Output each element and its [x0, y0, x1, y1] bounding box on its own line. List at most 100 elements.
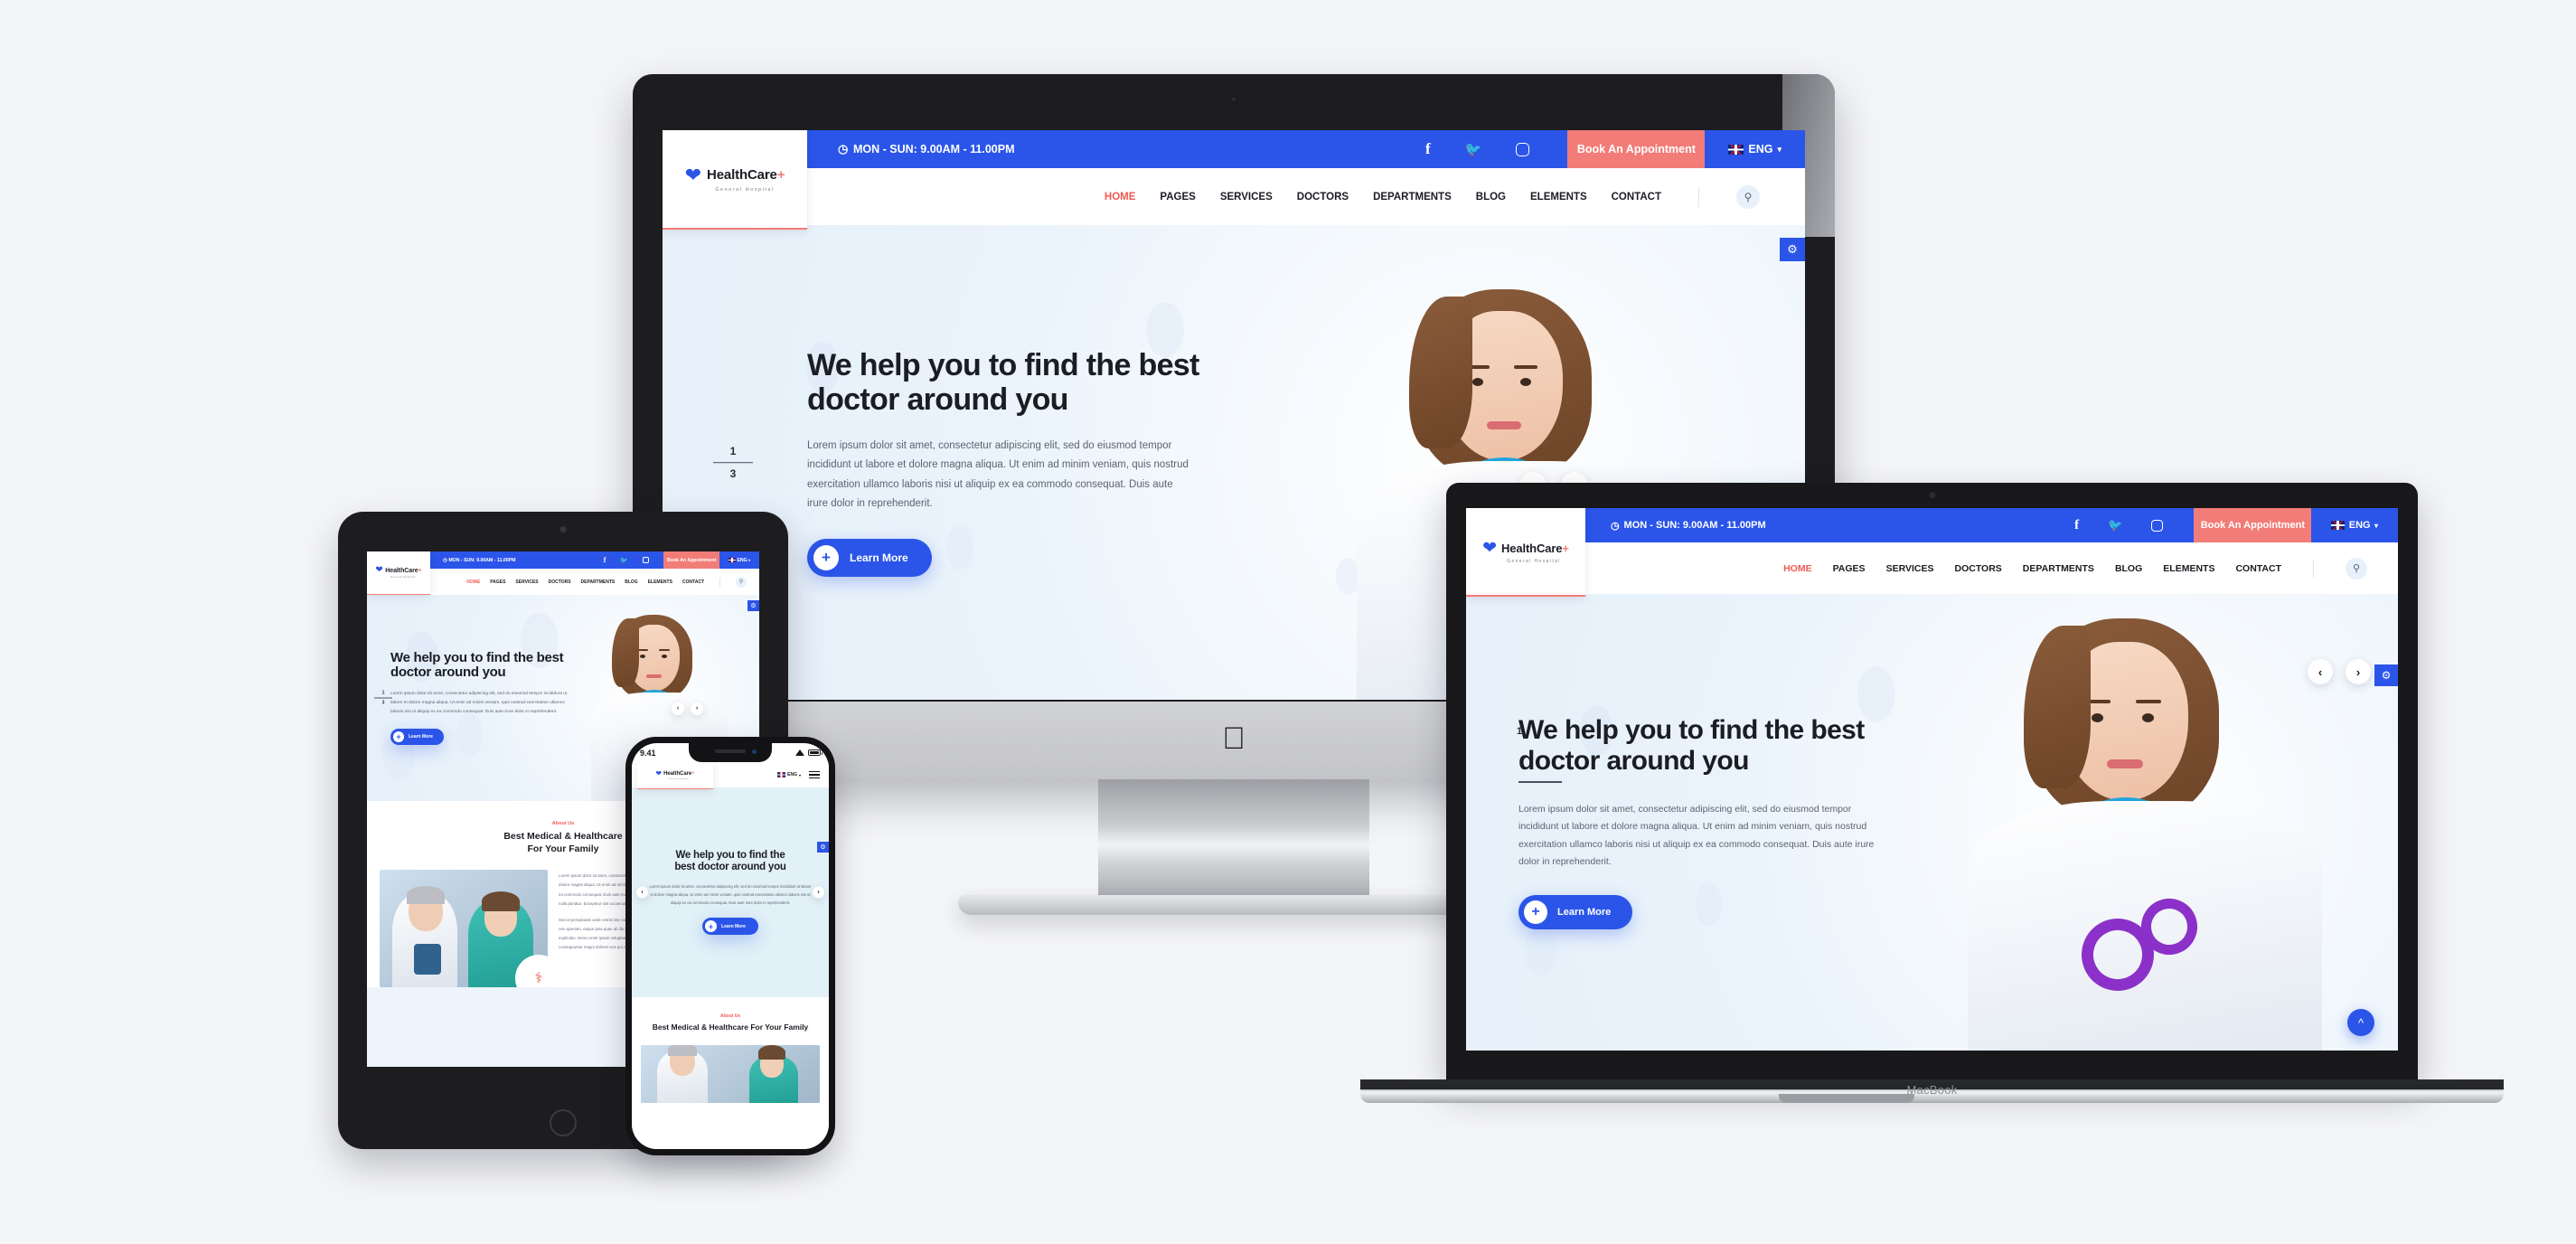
device-macbook: ◷ MON - SUN: 9.00AM - 11.00PM f 🐦 Book A…	[1360, 483, 2504, 1134]
search-icon[interactable]: ⚲	[1736, 184, 1760, 209]
nav-item-departments[interactable]: DEPARTMENTS	[581, 580, 616, 585]
plus-icon: +	[813, 545, 839, 571]
ipad-home-button[interactable]	[550, 1109, 577, 1136]
macbook-lid: ◷ MON - SUN: 9.00AM - 11.00PM f 🐦 Book A…	[1446, 483, 2418, 1079]
settings-gear-icon[interactable]: ⚙	[2374, 664, 2398, 686]
book-appointment-button[interactable]: Book An Appointment	[2194, 508, 2312, 542]
language-selector[interactable]: ENG ▾	[2311, 508, 2398, 542]
nav-item-contact[interactable]: CONTACT	[2235, 563, 2281, 574]
settings-gear-icon[interactable]: ⚙	[1780, 238, 1805, 261]
nav-item-pages[interactable]: PAGES	[1160, 192, 1195, 203]
carousel-next-button[interactable]: ›	[691, 702, 703, 715]
nav-item-contact[interactable]: CONTACT	[1612, 192, 1661, 203]
learn-more-button[interactable]: + Learn More	[702, 918, 758, 936]
site-logo[interactable]: ❤ HealthCare+ General Hospital	[663, 130, 807, 230]
hero-paragraph: Lorem ipsum dolor sit amet, consectetur …	[390, 692, 568, 715]
nav-item-pages[interactable]: PAGES	[490, 580, 505, 585]
nav-item-blog[interactable]: BLOG	[625, 580, 637, 585]
facebook-icon[interactable]: f	[2074, 518, 2079, 533]
book-appointment-button[interactable]: Book An Appointment	[1567, 130, 1706, 168]
macbook-label: MacBook	[1906, 1083, 1958, 1097]
chevron-down-icon: ▾	[1777, 144, 1782, 154]
mobile-navigation: ❤ HealthCare+ General Hospital ENG ▾	[632, 762, 829, 789]
instagram-icon[interactable]	[1516, 142, 1530, 156]
nav-item-doctors[interactable]: DOCTORS	[1954, 563, 2001, 574]
site-logo[interactable]: ❤ HealthCare+ General Hospital	[367, 551, 430, 595]
apple-logo-icon: 	[1222, 723, 1246, 754]
learn-more-button[interactable]: + Learn More	[390, 729, 444, 746]
chevron-down-icon: ▾	[2374, 521, 2378, 530]
nav-item-elements[interactable]: ELEMENTS	[2163, 563, 2214, 574]
settings-gear-icon[interactable]: ⚙	[817, 842, 829, 853]
heart-pulse-icon: ❤	[1482, 538, 1498, 558]
carousel-prev-button[interactable]: ‹	[2308, 659, 2333, 684]
settings-gear-icon[interactable]: ⚙	[747, 600, 759, 611]
nav-item-pages[interactable]: PAGES	[1833, 563, 1866, 574]
chevron-down-icon: ▾	[747, 558, 750, 562]
hamburger-menu-icon[interactable]	[809, 770, 820, 779]
search-icon[interactable]: ⚲	[736, 576, 747, 588]
macbook-latch-notch	[1778, 1094, 1914, 1103]
carousel-next-button[interactable]: ›	[2346, 659, 2371, 684]
slide-divider	[1518, 781, 1562, 784]
twitter-icon[interactable]: 🐦	[2108, 518, 2122, 532]
nav-item-doctors[interactable]: DOCTORS	[549, 580, 571, 585]
search-icon[interactable]: ⚲	[2346, 557, 2367, 580]
slide-counter	[1518, 781, 2398, 784]
carousel-prev-button[interactable]: ‹	[672, 702, 684, 715]
opening-hours: ◷ MON - SUN: 9.00AM - 11.00PM	[443, 557, 516, 563]
book-appointment-button[interactable]: Book An Appointment	[663, 551, 720, 569]
logo-tagline: General Hospital	[390, 576, 416, 580]
hero-carousel-arrows: ‹ ›	[672, 702, 703, 715]
carousel-next-button[interactable]: ›	[813, 886, 824, 899]
nav-divider	[2313, 559, 2314, 578]
uk-flag-icon	[2331, 521, 2346, 530]
nav-item-blog[interactable]: BLOG	[2115, 563, 2142, 574]
social-links: f 🐦	[2074, 508, 2194, 542]
imac-camera-icon	[1230, 96, 1237, 103]
about-section: About Us Best Medical & Healthcare For Y…	[632, 997, 829, 1104]
learn-more-button[interactable]: + Learn More	[1518, 894, 1633, 929]
macbook-camera-icon	[1929, 492, 1935, 498]
logo-underline	[1466, 595, 1585, 597]
language-selector[interactable]: ENG ▾	[1705, 130, 1805, 168]
site-logo[interactable]: ❤ HealthCare+ General Hospital	[1466, 508, 1585, 597]
nav-item-elements[interactable]: ELEMENTS	[1530, 192, 1587, 203]
language-selector[interactable]: ENG ▾	[777, 772, 801, 778]
hero-heading: We help you to find the best doctor arou…	[390, 649, 564, 681]
carousel-next-wrap: ›	[813, 886, 824, 899]
facebook-icon[interactable]: f	[604, 556, 606, 564]
nav-item-home[interactable]: HOME	[1783, 563, 1812, 574]
twitter-icon[interactable]: 🐦	[620, 557, 628, 564]
nav-item-services[interactable]: SERVICES	[1220, 192, 1273, 203]
device-iphone: 9.41 ❤ HealthCare+ General Hospital ENG …	[625, 737, 835, 1155]
imac-stand-neck	[1098, 779, 1369, 899]
slide-current: 1	[729, 444, 737, 457]
opening-hours: ◷ MON - SUN: 9.00AM - 11.00PM	[1611, 520, 1766, 532]
nav-item-blog[interactable]: BLOG	[1476, 192, 1506, 203]
hero-content: We help you to find the best doctor arou…	[632, 787, 829, 997]
nav-item-services[interactable]: SERVICES	[1886, 563, 1934, 574]
slide-current: 1	[381, 690, 385, 696]
opening-hours: ◷ MON - SUN: 9.00AM - 11.00PM	[838, 142, 1015, 156]
nav-item-doctors[interactable]: DOCTORS	[1297, 192, 1349, 203]
instagram-icon[interactable]	[2151, 519, 2164, 532]
top-bar: ◷ MON - SUN: 9.00AM - 11.00PM f 🐦 Book A…	[663, 130, 1805, 168]
language-selector[interactable]: ENG ▾	[719, 551, 759, 569]
nav-item-contact[interactable]: CONTACT	[682, 580, 704, 585]
nav-item-home[interactable]: HOME	[466, 580, 480, 585]
instagram-icon[interactable]	[643, 557, 650, 563]
site-logo[interactable]: ❤ HealthCare+ General Hospital	[637, 762, 713, 789]
twitter-icon[interactable]: 🐦	[1465, 141, 1482, 157]
nav-item-departments[interactable]: DEPARTMENTS	[2023, 563, 2094, 574]
nav-item-home[interactable]: HOME	[1105, 192, 1136, 203]
nav-item-services[interactable]: SERVICES	[515, 580, 538, 585]
nav-item-departments[interactable]: DEPARTMENTS	[1373, 192, 1452, 203]
uk-flag-icon	[1728, 144, 1744, 155]
scroll-to-top-button[interactable]: ^	[2347, 1009, 2374, 1036]
learn-more-button[interactable]: + Learn More	[807, 539, 932, 578]
nav-item-elements[interactable]: ELEMENTS	[648, 580, 672, 585]
facebook-icon[interactable]: f	[1425, 140, 1431, 158]
social-links: f 🐦	[1425, 130, 1567, 168]
carousel-prev-button[interactable]: ‹	[636, 886, 648, 899]
